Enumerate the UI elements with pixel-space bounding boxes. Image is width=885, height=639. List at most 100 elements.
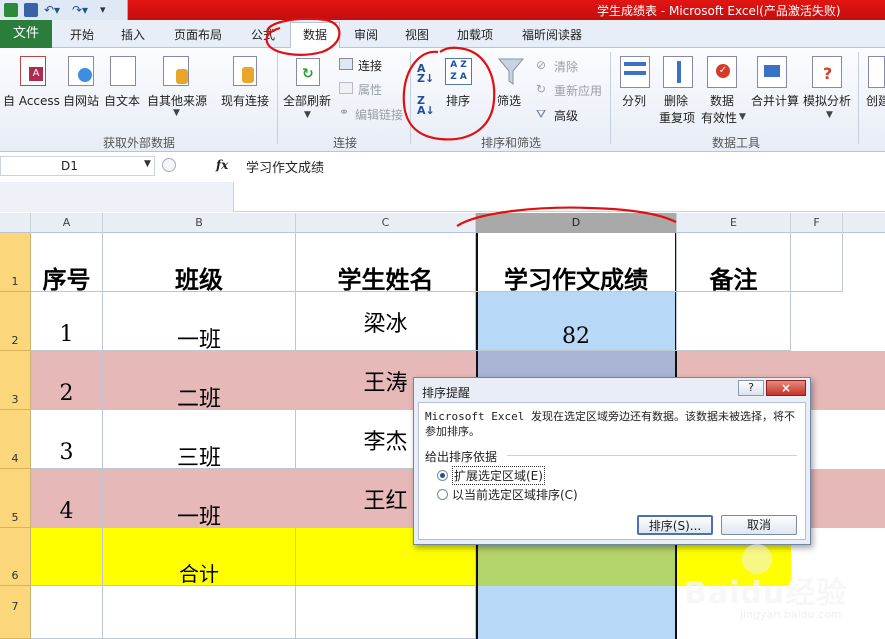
tab-page-layout[interactable]: 页面布局: [174, 26, 222, 43]
dialog-title: 排序提醒: [422, 386, 471, 400]
row-header-1[interactable]: 1: [0, 233, 31, 292]
chevron-down-icon[interactable]: ▼: [304, 110, 311, 120]
select-all-corner[interactable]: [0, 213, 31, 233]
data-validation-button-line1[interactable]: 数据: [710, 92, 734, 109]
access-icon: A: [20, 56, 46, 86]
what-if-analysis-button[interactable]: 模拟分析: [803, 92, 851, 109]
baidu-jingyan-watermark: Baidu经验 jingyan.baidu.com: [680, 540, 885, 639]
save-icon[interactable]: [24, 3, 38, 17]
sort-az-icon[interactable]: A Z↓: [417, 63, 434, 84]
table-cell-class[interactable]: 一班: [103, 469, 296, 530]
table-cell-no[interactable]: 1: [31, 292, 103, 351]
table-cell-class[interactable]: 三班: [103, 410, 296, 471]
header-cell-student-name[interactable]: 学生姓名: [296, 233, 476, 294]
header-cell-class[interactable]: 班级: [103, 233, 296, 294]
consolidate-button[interactable]: 合并计算: [751, 92, 799, 109]
row-header-7[interactable]: 7: [0, 586, 31, 639]
header-cell-remark[interactable]: 备注: [677, 233, 791, 294]
chevron-down-icon[interactable]: ▼: [144, 159, 151, 169]
table-cell-class[interactable]: 二班: [103, 351, 296, 412]
table-cell-name[interactable]: 梁冰: [296, 292, 476, 351]
name-box[interactable]: D1: [0, 156, 155, 176]
customize-qat-icon[interactable]: ▾: [100, 3, 114, 17]
text-to-columns-button[interactable]: 分列: [622, 92, 646, 109]
from-other-sources-button[interactable]: 自其他来源: [147, 92, 207, 109]
row-header-4[interactable]: 4: [0, 410, 31, 469]
sort-za-icon[interactable]: Z A↓: [417, 95, 435, 116]
filter-button[interactable]: 筛选: [497, 92, 521, 109]
row-header-3[interactable]: 3: [0, 351, 31, 410]
from-access-button[interactable]: 自 Access: [3, 92, 60, 109]
create-group-button[interactable]: 创建: [866, 92, 885, 109]
remove-duplicates-button-line2[interactable]: 重复项: [659, 109, 695, 126]
remove-duplicates-button-line1[interactable]: 删除: [664, 92, 688, 109]
from-text-button[interactable]: 自文本: [104, 92, 140, 109]
expand-selection-radio[interactable]: 扩展选定区域(E): [437, 466, 545, 485]
sort-confirm-button[interactable]: 排序(S)...: [637, 515, 713, 535]
table-cell-no[interactable]: 4: [31, 469, 103, 528]
clear-button[interactable]: 清除: [554, 58, 578, 75]
cell-f1[interactable]: [791, 233, 843, 292]
tab-home[interactable]: 开始: [70, 26, 94, 43]
row-header-5[interactable]: 5: [0, 469, 31, 528]
column-header-a[interactable]: A: [31, 213, 103, 233]
tab-insert[interactable]: 插入: [121, 26, 145, 43]
sort-button[interactable]: 排序: [446, 92, 470, 109]
redo-icon[interactable]: ↷▾: [72, 3, 88, 17]
insert-function-icon[interactable]: fx: [216, 158, 228, 172]
tab-file[interactable]: 文件: [0, 20, 52, 48]
help-button[interactable]: ?: [738, 380, 764, 396]
chevron-down-icon[interactable]: ▼: [739, 112, 746, 122]
connections-button[interactable]: 连接: [358, 57, 382, 74]
tab-review[interactable]: 审阅: [354, 26, 378, 43]
tab-add-ins[interactable]: 加载项: [457, 26, 493, 43]
table-cell-no[interactable]: 2: [31, 351, 103, 410]
from-web-button[interactable]: 自网站: [63, 92, 99, 109]
chevron-down-icon[interactable]: ▼: [826, 110, 833, 120]
undo-icon[interactable]: ↶▾: [44, 3, 60, 17]
chevron-down-icon[interactable]: ▼: [173, 108, 180, 118]
column-header-f[interactable]: F: [791, 213, 843, 233]
table-cell-score[interactable]: 82: [476, 292, 677, 351]
cell-a6[interactable]: [31, 528, 103, 586]
column-header-b[interactable]: B: [103, 213, 296, 233]
table-cell-no[interactable]: 3: [31, 410, 103, 469]
tab-view[interactable]: 视图: [405, 26, 429, 43]
column-header-e[interactable]: E: [677, 213, 791, 233]
cancel-button[interactable]: 取消: [721, 515, 797, 535]
table-cell-class[interactable]: 一班: [103, 292, 296, 353]
header-cell-score[interactable]: 学习作文成绩: [476, 233, 677, 294]
formula-input[interactable]: 学习作文成绩: [246, 157, 324, 176]
total-label-cell[interactable]: 合计: [103, 528, 296, 586]
connections-icon: [339, 58, 353, 70]
tab-foxit-reader[interactable]: 福昕阅读器: [522, 26, 582, 43]
header-cell-no[interactable]: 序号: [31, 233, 103, 294]
row-header-6[interactable]: 6: [0, 528, 31, 586]
row-header-2[interactable]: 2: [0, 292, 31, 351]
close-button[interactable]: ×: [766, 380, 806, 396]
cell-e2[interactable]: [677, 292, 791, 351]
group-separator: [410, 52, 411, 144]
tab-formulas[interactable]: 公式: [251, 26, 275, 43]
properties-button[interactable]: 属性: [358, 81, 382, 98]
quick-access-toolbar: ↶▾ ↷▾ ▾: [0, 0, 128, 20]
data-validation-button-line2[interactable]: 有效性: [701, 109, 737, 126]
group-label-sort-filter: 排序和筛选: [481, 136, 542, 150]
advanced-button[interactable]: 高级: [554, 107, 578, 124]
cell-b7[interactable]: [103, 586, 296, 639]
existing-connections-button[interactable]: 现有连接: [221, 92, 269, 109]
edit-links-button[interactable]: 编辑链接: [355, 106, 403, 123]
tab-data[interactable]: 数据: [290, 22, 340, 49]
group-label-data-tools: 数据工具: [712, 136, 761, 150]
refresh-all-button[interactable]: 全部刷新: [283, 92, 331, 109]
cancel-entry-icon[interactable]: [162, 158, 176, 172]
sort-warning-dialog: 排序提醒 ? × Microsoft Excel 发现在选定区域旁边还有数据。该…: [413, 377, 811, 545]
cell-a7[interactable]: [31, 586, 103, 639]
group-label-connections: 连接: [333, 136, 358, 150]
reapply-button[interactable]: 重新应用: [554, 82, 602, 99]
column-header-c[interactable]: C: [296, 213, 476, 233]
column-header-d[interactable]: D: [476, 213, 677, 233]
cell-c7[interactable]: [296, 586, 476, 639]
web-icon: [68, 56, 94, 86]
current-selection-radio[interactable]: 以当前选定区域排序(C): [437, 486, 578, 503]
